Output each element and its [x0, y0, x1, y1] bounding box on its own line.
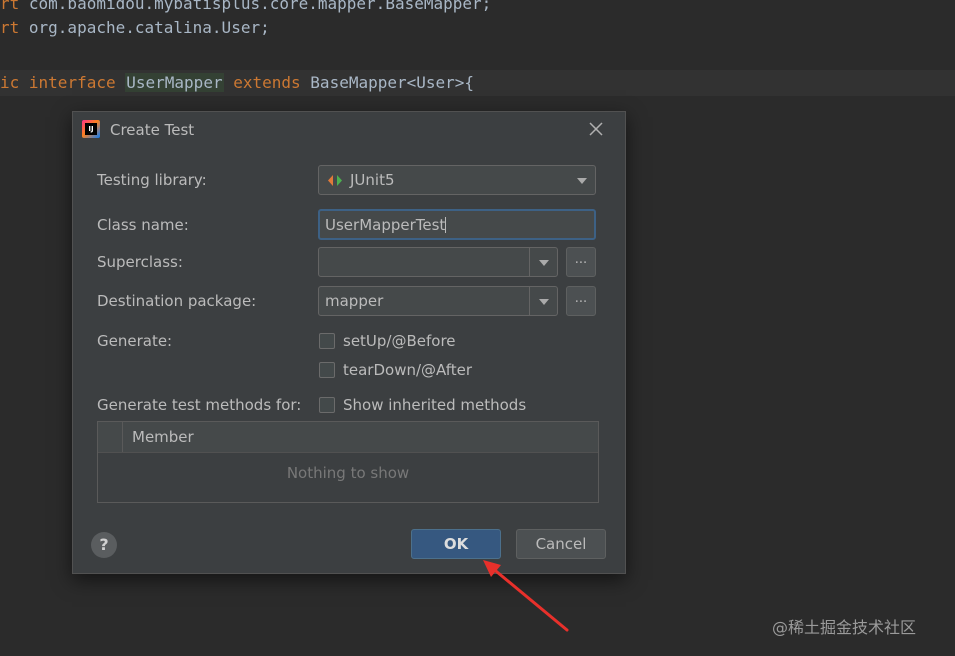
- testing-library-label: Testing library:: [97, 171, 207, 189]
- combo-separator: [529, 287, 530, 315]
- testing-library-select[interactable]: JUnit5: [318, 165, 596, 195]
- red-annotation-arrow-icon: [483, 560, 569, 632]
- class-name-input[interactable]: UserMapperTest: [318, 209, 596, 240]
- select-all-column[interactable]: [98, 422, 123, 452]
- text-caret: [445, 217, 447, 233]
- create-test-dialog: IJ Create Test Testing library: JUnit5 C…: [72, 111, 626, 574]
- destination-package-browse-button[interactable]: ...: [566, 286, 596, 316]
- close-icon[interactable]: [587, 120, 605, 138]
- destination-package-combo[interactable]: mapper: [318, 286, 558, 316]
- show-inherited-label[interactable]: Show inherited methods: [343, 396, 526, 414]
- superclass-label: Superclass:: [97, 253, 183, 271]
- generate-methods-for-label: Generate test methods for:: [97, 396, 302, 414]
- destination-package-label: Destination package:: [97, 292, 257, 310]
- intellij-logo-icon: IJ: [82, 120, 100, 138]
- junit-icon: [328, 175, 342, 186]
- member-table[interactable]: Member Nothing to show: [97, 421, 599, 503]
- watermark: @稀土掘金技术社区: [772, 618, 917, 637]
- code-line-import-user: rt org.apache.catalina.User;: [0, 18, 270, 37]
- class-name-label: Class name:: [97, 216, 189, 234]
- member-table-header: Member: [98, 422, 598, 453]
- help-icon[interactable]: ?: [91, 532, 117, 558]
- member-column-header[interactable]: Member: [132, 428, 194, 446]
- setup-label[interactable]: setUp/@Before: [343, 332, 456, 350]
- teardown-label[interactable]: tearDown/@After: [343, 361, 472, 379]
- empty-state-text: Nothing to show: [286, 464, 410, 482]
- chevron-down-icon: [577, 178, 587, 184]
- chevron-down-icon[interactable]: [539, 260, 549, 266]
- setup-checkbox[interactable]: [319, 333, 335, 349]
- code-line-import-basemapper: rt com.baomidou.mybatisplus.core.mapper.…: [0, 0, 492, 13]
- combo-separator: [529, 248, 530, 276]
- code-line-interface-declaration: ic interface UserMapper extends BaseMapp…: [0, 73, 475, 92]
- dialog-titlebar[interactable]: IJ Create Test: [73, 112, 625, 148]
- class-name-value: UserMapperTest: [325, 216, 446, 234]
- dialog-title: Create Test: [110, 121, 195, 139]
- teardown-checkbox[interactable]: [319, 362, 335, 378]
- generate-label: Generate:: [97, 332, 173, 350]
- superclass-combo[interactable]: [318, 247, 558, 277]
- class-name-highlight: UserMapper: [125, 73, 224, 92]
- show-inherited-checkbox[interactable]: [319, 397, 335, 413]
- testing-library-value: JUnit5: [350, 171, 395, 189]
- destination-package-value: mapper: [325, 292, 384, 310]
- superclass-browse-button[interactable]: ...: [566, 247, 596, 277]
- chevron-down-icon[interactable]: [539, 299, 549, 305]
